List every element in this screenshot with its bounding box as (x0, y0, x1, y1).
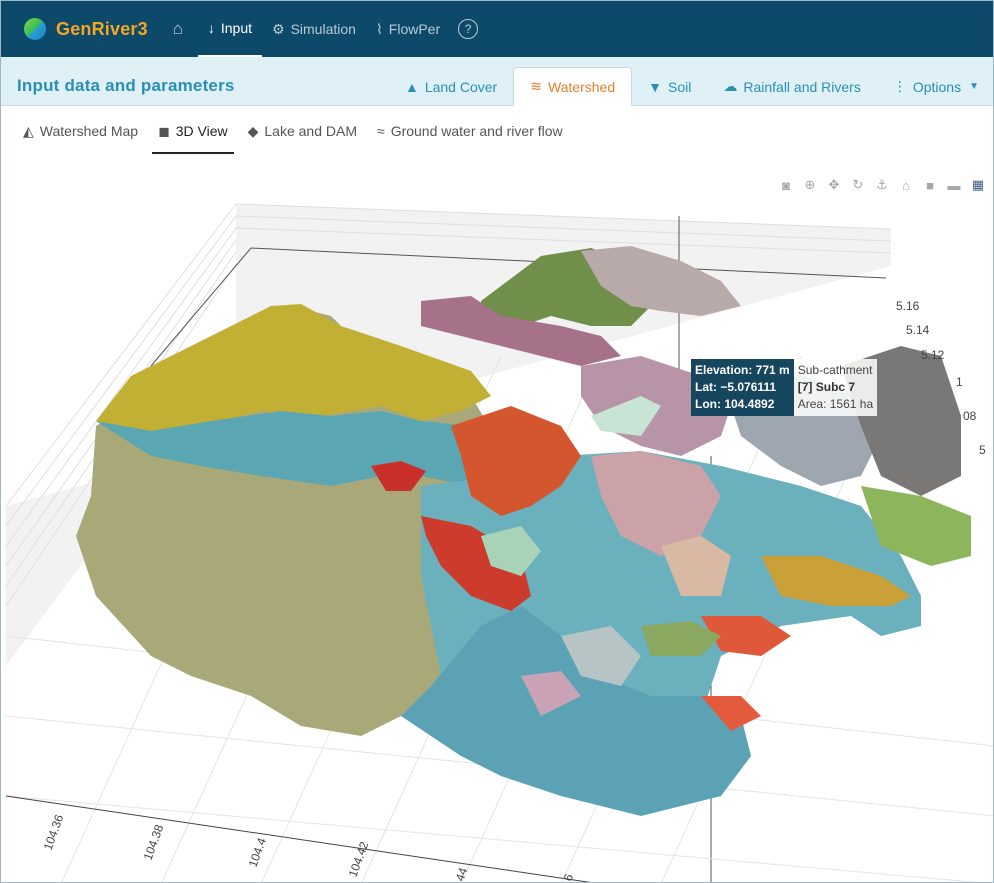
cloud-icon: ☁ (723, 78, 738, 94)
plot-3d-area[interactable]: 5.16 5.14 5.12 1 08 5 104.36 104.38 104.… (1, 156, 994, 883)
tab-soil[interactable]: ▼ Soil (632, 67, 707, 106)
arrow-down-icon: ↓ (207, 20, 215, 36)
turntable-icon[interactable]: ⚓ (873, 176, 891, 194)
zoom-icon[interactable]: ⊕ (801, 176, 819, 194)
gears-icon: ⚙ (272, 20, 285, 37)
soil-icon: ▼ (648, 78, 662, 95)
waves-icon: ≋ (530, 78, 542, 94)
plotly-logo-icon[interactable]: ▦ (969, 176, 987, 194)
subtab-groundwater[interactable]: ≈ Ground water and river flow (367, 106, 573, 156)
tooltip-lon: Lon: 104.4892 (695, 397, 775, 411)
tab-options[interactable]: ⋮ Options ▼ (877, 67, 993, 106)
tooltip-elevation: Elevation: 771 m (695, 363, 790, 377)
tooltip-area: Area: 1561 ha (797, 397, 874, 411)
brand[interactable]: GenRiver3 (24, 18, 148, 40)
plot-modebar: ◙ ⊕ ✥ ↻ ⚓ ⌂ ■ ▬ ▦ (777, 176, 987, 194)
brand-name: GenRiver3 (56, 18, 148, 39)
nav-item-simulation[interactable]: ⚙ Simulation (262, 1, 366, 57)
z-tick-label: 5.12 (921, 348, 945, 362)
tab-watershed[interactable]: ≋ Watershed (513, 67, 633, 106)
tab-land-cover[interactable]: ▲ Land Cover (389, 67, 513, 106)
wave-signal-icon: ⌇ (375, 20, 383, 37)
top-navbar: GenRiver3 ⌂ ↓ Input ⚙ Simulation ⌇ FlowP… (1, 1, 993, 57)
tooltip-subc: [7] Subc 7 (797, 380, 856, 394)
home-icon[interactable]: ⌂ (158, 1, 198, 57)
hover-label-icon[interactable]: ▬ (945, 176, 963, 194)
nav-item-input[interactable]: ↓ Input (197, 1, 262, 57)
camera-icon[interactable]: ◙ (777, 176, 795, 194)
help-icon[interactable]: ? (458, 19, 479, 39)
page-title: Input data and parameters (17, 76, 235, 95)
reset-camera-icon[interactable]: ■ (921, 176, 939, 194)
tooltip-subcatchment: Sub-cathment [7] Subc 7 Area: 1561 ha (793, 359, 878, 416)
terrain-surface[interactable] (76, 246, 971, 816)
nav-item-flowper[interactable]: ⌇ FlowPer (366, 1, 450, 57)
hover-tooltip: Elevation: 771 m Lat: −5.076111 Lon: 104… (691, 359, 878, 416)
section-tabs: ▲ Land Cover ≋ Watershed ▼ Soil ☁ Rainfa… (389, 67, 993, 106)
x-tick-label: 104.42 (346, 839, 372, 879)
logo-icon (24, 18, 46, 40)
tooltip-lat: Lat: −5.076111 (695, 380, 777, 394)
x-tick-label: 104.4 (246, 836, 270, 869)
x-tick-label: 104.36 (41, 812, 67, 852)
section-header: Input data and parameters ▲ Land Cover ≋… (1, 57, 993, 106)
mountain-icon: ◭ (23, 122, 34, 139)
dots-icon: ⋮ (892, 78, 907, 94)
water-icon: ≈ (377, 123, 385, 139)
reset-home-icon[interactable]: ⌂ (897, 176, 915, 194)
z-tick-label: 1 (956, 375, 963, 389)
x-tick-label: 6 (561, 872, 577, 883)
terrain-3d-plot[interactable]: 5.16 5.14 5.12 1 08 5 104.36 104.38 104.… (1, 156, 994, 883)
z-tick-label: 5 (979, 443, 986, 457)
subtab-3d-view[interactable]: ◼ 3D View (148, 106, 238, 156)
z-tick-label: 5.14 (906, 323, 930, 337)
tooltip-title: Sub-cathment (797, 363, 873, 377)
caret-down-icon: ▼ (969, 81, 979, 92)
pan-icon[interactable]: ✥ (825, 176, 843, 194)
tree-icon: ▲ (404, 78, 419, 95)
subtab-watershed-map[interactable]: ◭ Watershed Map (13, 106, 148, 156)
fish-icon: ◆ (247, 122, 259, 139)
cube-icon: ◼ (158, 122, 170, 139)
x-tick-label: 104.38 (141, 822, 167, 862)
z-tick-label: 08 (963, 409, 977, 423)
app-window: GenRiver3 ⌂ ↓ Input ⚙ Simulation ⌇ FlowP… (0, 0, 994, 883)
orbit-icon[interactable]: ↻ (849, 176, 867, 194)
subtabs: ◭ Watershed Map ◼ 3D View ◆ Lake and DAM… (1, 106, 573, 156)
z-tick-label: 5.16 (896, 299, 920, 313)
tab-rainfall-rivers[interactable]: ☁ Rainfall and Rivers (707, 67, 877, 106)
tooltip-coordinates: Elevation: 771 m Lat: −5.076111 Lon: 104… (691, 359, 794, 416)
subtab-lake-dam[interactable]: ◆ Lake and DAM (238, 106, 367, 156)
